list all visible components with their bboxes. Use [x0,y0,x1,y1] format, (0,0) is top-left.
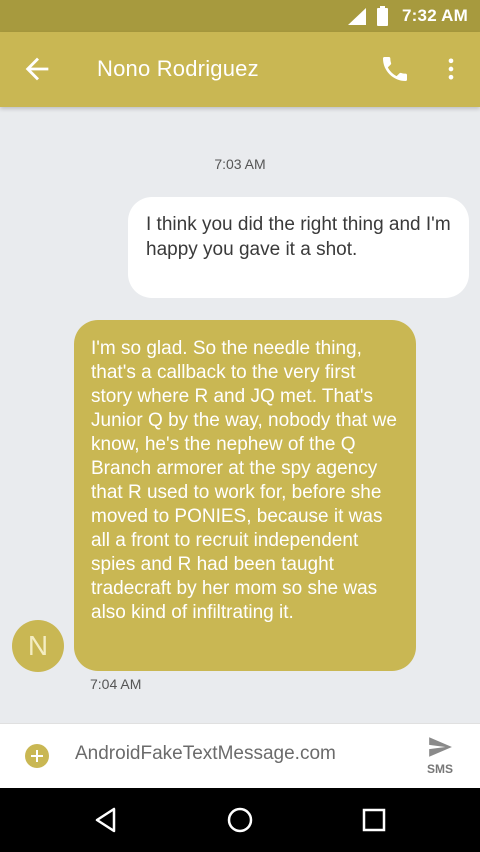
app-bar: Nono Rodriguez [0,32,480,107]
composer-bar: AndroidFakeTextMessage.com SMS [0,723,480,788]
more-vert-icon[interactable] [437,53,465,85]
phone-icon[interactable] [379,53,411,85]
send-sms-label: SMS [426,762,453,776]
incoming-message-bubble[interactable]: I'm so glad. So the needle thing, that's… [74,320,416,671]
nav-home-icon[interactable] [226,806,254,834]
send-icon [429,737,452,757]
outgoing-message-bubble[interactable]: I think you did the right thing and I'm … [128,197,469,298]
message-input[interactable]: AndroidFakeTextMessage.com [75,743,336,765]
system-nav-bar [0,788,480,852]
contact-avatar[interactable]: N [12,620,64,672]
message-timestamp: 7:03 AM [214,156,266,172]
nav-back-icon[interactable] [92,806,120,834]
status-time: 7:32 AM [402,6,468,25]
add-attachment-icon[interactable] [25,744,49,768]
back-arrow-icon[interactable] [20,52,54,86]
contact-name: Nono Rodriguez [97,56,259,81]
send-button[interactable]: SMS [422,734,458,778]
incoming-message-timestamp: 7:04 AM [90,676,142,692]
status-bar: 7:32 AM [0,0,480,32]
signal-icon [348,8,366,25]
nav-recents-icon[interactable] [360,806,388,834]
battery-icon [377,6,388,26]
